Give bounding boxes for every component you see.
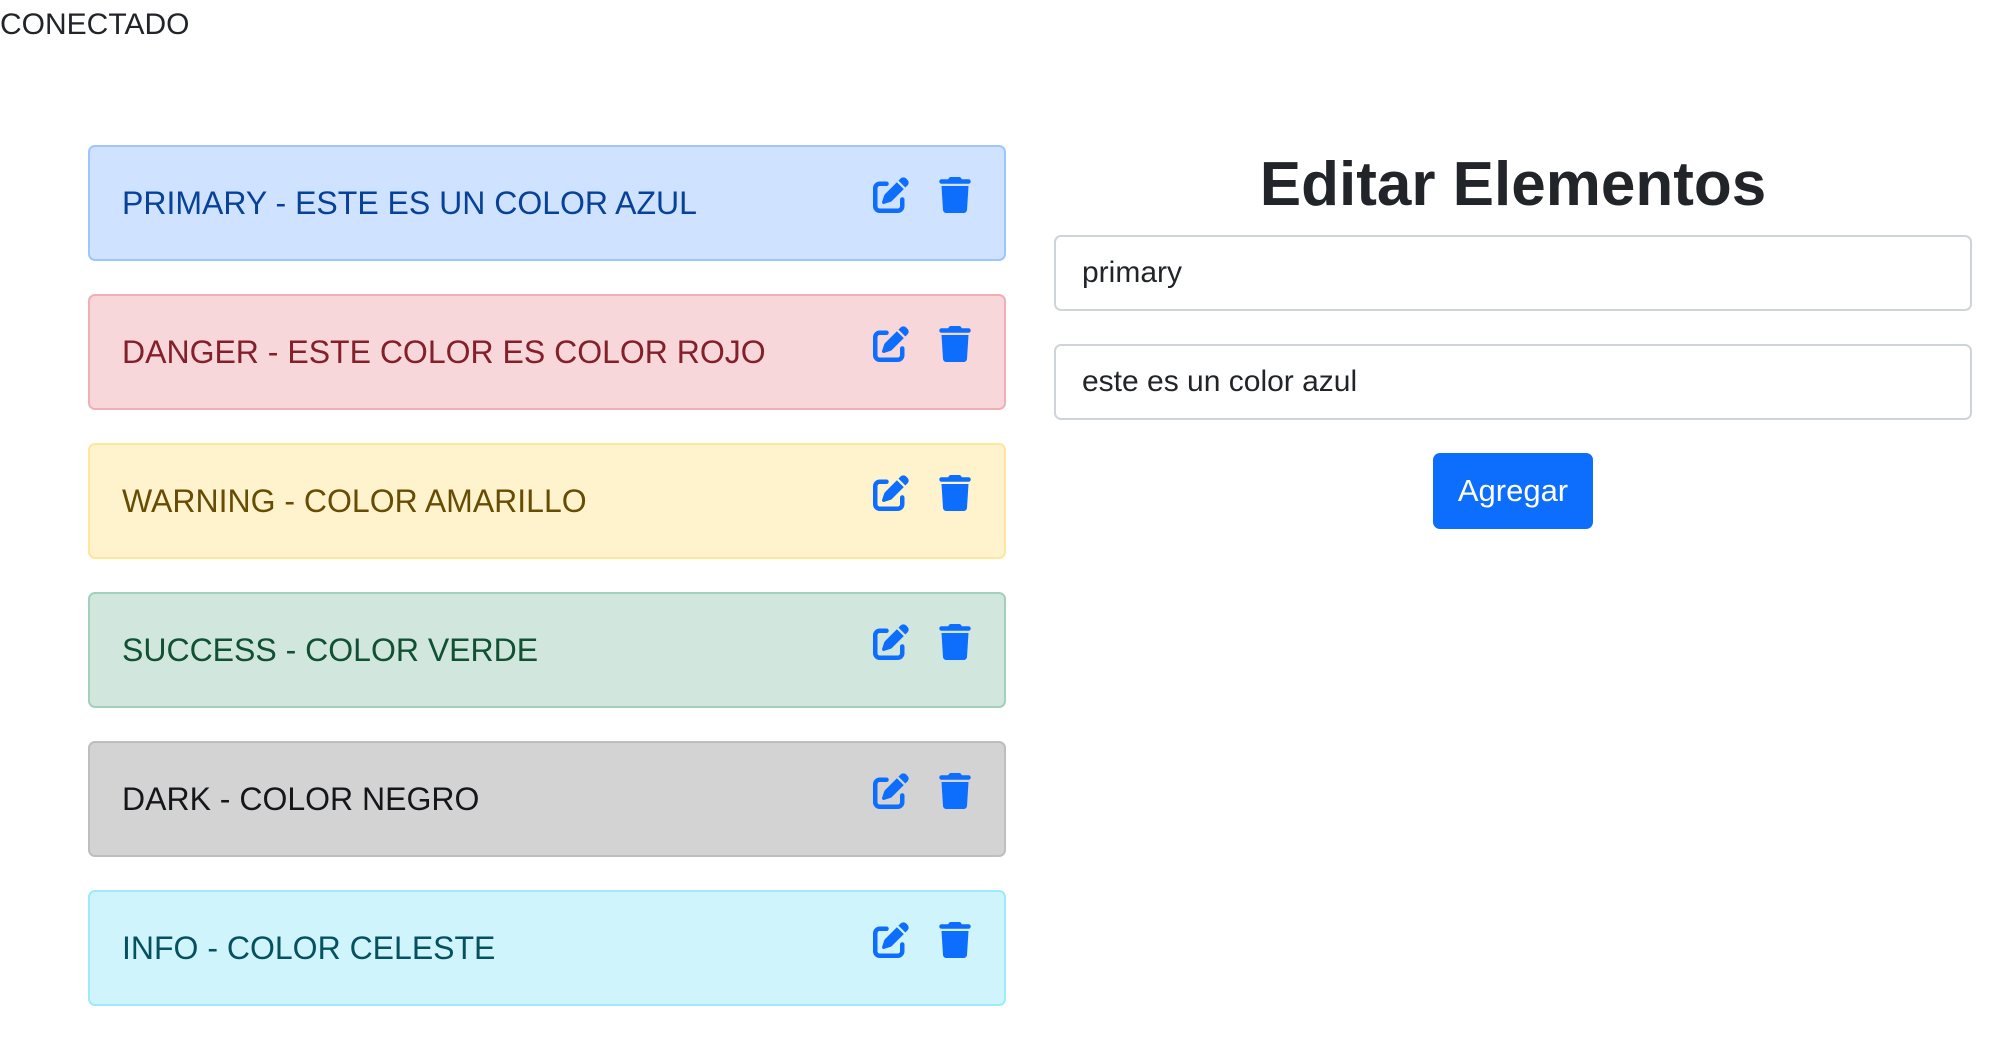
alert-item-success: success - color verde	[88, 592, 1006, 708]
alert-actions	[872, 773, 974, 809]
alert-item-text: primary - este es un color azul	[122, 185, 697, 221]
alert-item-danger: danger - este color es color rojo	[88, 294, 1006, 410]
alert-item-text: danger - este color es color rojo	[122, 334, 766, 370]
alert-actions	[872, 624, 974, 660]
variant-input[interactable]	[1054, 235, 1972, 311]
trash-icon[interactable]	[936, 624, 974, 660]
alert-actions	[872, 177, 974, 213]
alert-item-info: info - color celeste	[88, 890, 1006, 1006]
alert-actions	[872, 922, 974, 958]
alert-item-text: warning - color amarillo	[122, 483, 587, 519]
add-button[interactable]: Agregar	[1432, 453, 1594, 529]
alert-actions	[872, 326, 974, 362]
alert-item-text: info - color celeste	[122, 930, 496, 966]
trash-icon[interactable]	[936, 177, 974, 213]
alert-list: primary - este es un color azul danger -…	[88, 145, 1006, 1039]
edit-icon[interactable]	[872, 475, 910, 511]
connection-status: CONECTADO	[0, 8, 190, 41]
trash-icon[interactable]	[936, 773, 974, 809]
description-input[interactable]	[1054, 344, 1972, 420]
button-row: Agregar	[1054, 453, 1972, 529]
edit-icon[interactable]	[872, 624, 910, 660]
edit-icon[interactable]	[872, 773, 910, 809]
trash-icon[interactable]	[936, 326, 974, 362]
alert-item-warning: warning - color amarillo	[88, 443, 1006, 559]
alert-actions	[872, 475, 974, 511]
alert-item-dark: dark - color negro	[88, 741, 1006, 857]
edit-icon[interactable]	[872, 922, 910, 958]
edit-icon[interactable]	[872, 177, 910, 213]
panel-title: Editar Elementos	[1259, 150, 1767, 219]
trash-icon[interactable]	[936, 922, 974, 958]
alert-item-text: success - color verde	[122, 632, 539, 668]
edit-icon[interactable]	[872, 326, 910, 362]
trash-icon[interactable]	[936, 475, 974, 511]
edit-panel: Editar Elementos Agregar	[1054, 150, 1972, 529]
alert-item-primary: primary - este es un color azul	[88, 145, 1006, 261]
alert-item-text: dark - color negro	[122, 781, 480, 817]
